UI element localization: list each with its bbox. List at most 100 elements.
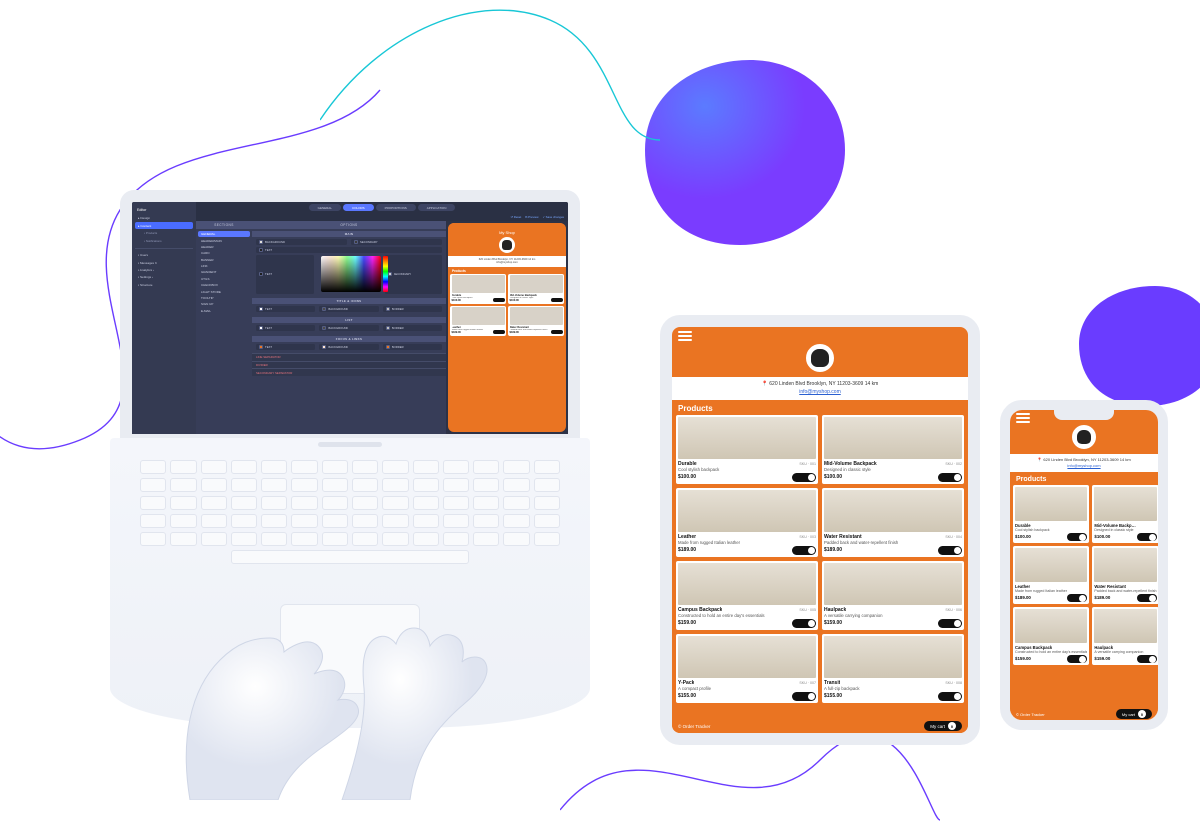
product-card[interactable]: DurableSKU · 001Cool stylish backpack$10… <box>676 415 818 484</box>
color-swatch[interactable]: TEXT <box>256 306 315 312</box>
add-to-cart-button[interactable] <box>792 473 816 482</box>
section-gradient[interactable]: GRADIENT <box>198 269 250 275</box>
color-swatch[interactable]: BACKGROUND <box>256 239 347 245</box>
add-to-cart-button[interactable] <box>938 692 962 701</box>
tab-colors[interactable]: COLORS <box>343 204 374 211</box>
add-to-cart-button[interactable] <box>792 619 816 628</box>
prop-group-title: MAIN <box>252 231 446 237</box>
tab-proportions[interactable]: PROPORTIONS <box>376 204 416 211</box>
product-image <box>510 307 563 325</box>
add-to-cart-button[interactable] <box>1067 655 1087 663</box>
section-header-main[interactable]: HEADER/MAIN <box>198 237 250 243</box>
add-to-cart-button[interactable] <box>792 546 816 555</box>
product-card[interactable]: LeatherSKU · 003Made from rugged Italian… <box>676 488 818 557</box>
product-card[interactable]: Water ResistantSKU · 004Padded back and … <box>1092 546 1158 604</box>
color-swatch[interactable]: SECONDARY <box>385 255 443 294</box>
nav-sub-products[interactable]: • Products <box>135 230 193 237</box>
color-swatch[interactable]: BORDER <box>383 306 442 312</box>
product-desc: Designed in classic style <box>824 467 962 472</box>
product-card[interactable]: Mid-Volume BackpackSKU · 002Designed in … <box>1092 485 1158 543</box>
nav-item-content[interactable]: ▸ Content <box>135 222 193 229</box>
product-card[interactable]: Campus BackpackSKU · 005Constructed to h… <box>1013 607 1089 665</box>
section-e-mail[interactable]: E-MAIL <box>198 308 250 314</box>
product-price: $159.00 <box>824 620 842 626</box>
nav-group-users[interactable]: ▪ Users <box>135 252 193 259</box>
color-swatch[interactable]: BORDER <box>383 344 442 350</box>
product-image <box>1015 548 1087 582</box>
add-to-cart-button[interactable] <box>1137 533 1157 541</box>
shop-email-link[interactable]: info@myshop.com <box>799 389 840 396</box>
color-swatch[interactable]: TEXT <box>256 255 314 294</box>
color-swatch[interactable]: TEXT <box>256 247 442 253</box>
add-to-cart-button[interactable] <box>938 546 962 555</box>
preview-address: 620 Linden Blvd Brooklyn, NY 11203-3609 … <box>448 256 566 267</box>
nav-group-settings[interactable]: ▪ Settings › <box>135 274 193 281</box>
laptop-base <box>110 438 590 728</box>
section-banner[interactable]: BANNER <box>198 257 250 263</box>
decor-blob-purple <box>1075 280 1200 410</box>
color-picker[interactable] <box>321 256 381 292</box>
product-card[interactable]: Campus BackpackSKU · 005Constructed to h… <box>676 561 818 630</box>
product-card[interactable]: LeatherMade from rugged Italian leather$… <box>450 306 506 336</box>
product-desc: Made from rugged Italian leather <box>678 540 816 545</box>
product-card[interactable]: Water ResistantPadded back and water-rep… <box>508 306 564 336</box>
product-desc: Cool stylish backpack <box>678 467 816 472</box>
cart-button[interactable]: My cart 0 <box>1116 709 1152 719</box>
color-swatch[interactable]: BORDER <box>383 325 442 331</box>
nav-sub-notifications[interactable]: • Notifications <box>135 237 193 244</box>
toolbar-reset[interactable]: ↺ Reset <box>511 215 522 219</box>
add-to-cart-button[interactable] <box>493 330 505 334</box>
cart-button[interactable]: My cart 0 <box>924 721 962 731</box>
laptop-screen: Editor ▸ Design▸ Content • Products• Not… <box>120 190 580 440</box>
product-card[interactable]: Water ResistantSKU · 004Padded back and … <box>822 488 964 557</box>
product-desc: Made from rugged Italian leather <box>1015 589 1087 593</box>
color-swatch[interactable]: SECONDARY <box>351 239 442 245</box>
add-to-cart-button[interactable] <box>1067 533 1087 541</box>
add-to-cart-button[interactable] <box>938 619 962 628</box>
trackpad <box>280 604 420 694</box>
add-to-cart-button[interactable] <box>792 692 816 701</box>
section-sign-up[interactable]: SIGN UP <box>198 301 250 307</box>
product-image <box>1094 487 1156 521</box>
add-to-cart-button[interactable] <box>551 298 563 302</box>
add-to-cart-button[interactable] <box>493 298 505 302</box>
product-desc: Cool stylish backpack <box>1015 528 1087 532</box>
product-card[interactable]: HaulpackSKU · 006A versatile carrying co… <box>822 561 964 630</box>
section-light-store[interactable]: LIGHT STORE <box>198 288 250 294</box>
toolbar-savechanges[interactable]: ✓ Save changes <box>542 215 564 219</box>
product-card[interactable]: DurableSKU · 001Cool stylish backpack$10… <box>1013 485 1089 543</box>
nav-item-design[interactable]: ▸ Design <box>135 215 193 222</box>
color-swatch[interactable]: TEXT <box>256 325 315 331</box>
nav-group-structure[interactable]: ▪ Structure <box>135 281 193 288</box>
product-sku: SKU · 005 <box>799 608 816 612</box>
product-card[interactable]: Y-PackSKU · 007A compact profile$155.00 <box>676 634 818 703</box>
color-swatch[interactable]: TEXT <box>256 344 315 350</box>
product-card[interactable]: HaulpackSKU · 006A versatile carrying co… <box>1092 607 1158 665</box>
product-card[interactable]: Mid-Volume BackpackSKU · 002Designed in … <box>822 415 964 484</box>
tab-general[interactable]: GENERAL <box>309 204 341 211</box>
add-to-cart-button[interactable] <box>1137 655 1157 663</box>
product-card[interactable]: LeatherSKU · 003Made from rugged Italian… <box>1013 546 1089 604</box>
editor-nav-groups: ▪ Users▪ Messages 3▪ Analytics ›▪ Settin… <box>135 248 193 288</box>
nav-group-messages[interactable]: ▪ Messages 3 <box>135 259 193 266</box>
color-swatch[interactable]: BACKGROUND <box>319 306 378 312</box>
product-price: $100.00 <box>824 474 842 480</box>
color-swatch[interactable]: BACKGROUND <box>319 344 378 350</box>
add-to-cart-button[interactable] <box>551 330 563 334</box>
product-card[interactable]: TransitSKU · 008A full-zip backpack$155.… <box>822 634 964 703</box>
toolbar-preview[interactable]: ⧉ Preview <box>525 215 538 219</box>
product-card[interactable]: Mid-Volume BackpackDesigned in classic s… <box>508 274 564 304</box>
product-image <box>824 563 962 605</box>
tab-application[interactable]: APPLICATION <box>418 204 456 211</box>
add-to-cart-button[interactable] <box>1067 594 1087 602</box>
product-image <box>452 275 505 293</box>
divider-heading: SECONDARY SEPARATOR <box>252 368 446 376</box>
add-to-cart-button[interactable] <box>938 473 962 482</box>
divider-heading: LINE SEPARATOR <box>252 353 446 361</box>
nav-group-analytics[interactable]: ▪ Analytics › <box>135 267 193 274</box>
product-card[interactable]: DurableCool stylish backpack$100.00 <box>450 274 506 304</box>
shop-email-link[interactable]: info@myshop.com <box>1067 463 1100 468</box>
section-card[interactable]: CARD <box>198 250 250 256</box>
color-swatch[interactable]: BACKGROUND <box>319 325 378 331</box>
add-to-cart-button[interactable] <box>1137 594 1157 602</box>
